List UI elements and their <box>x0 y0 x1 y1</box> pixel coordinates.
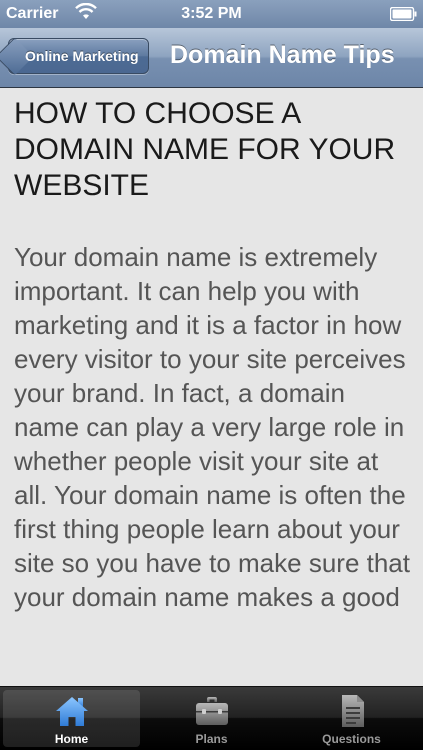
article-content[interactable]: HOW TO CHOOSE A DOMAIN NAME FOR YOUR WEB… <box>0 88 423 686</box>
tab-questions-label: Questions <box>322 732 381 746</box>
tab-plans-label: Plans <box>195 732 228 746</box>
tab-home[interactable]: Home <box>3 690 140 747</box>
article-body: Your domain name is extremely important.… <box>14 242 410 612</box>
briefcase-icon <box>195 697 228 725</box>
tab-bar: Home Plans Questions <box>0 686 423 750</box>
navigation-bar: Online Marketing Domain Name Tips <box>0 28 423 88</box>
back-button-label: Online Marketing <box>25 48 139 64</box>
tab-plans[interactable]: Plans <box>143 690 280 747</box>
nav-title: Domain Name Tips <box>170 41 395 69</box>
status-time: 3:52 PM <box>181 5 242 22</box>
home-icon <box>55 697 88 726</box>
battery-icon <box>390 7 417 21</box>
status-bar: Carrier 3:52 PM <box>0 0 423 28</box>
tab-home-label: Home <box>54 732 89 746</box>
back-button[interactable]: Online Marketing <box>0 37 149 76</box>
screen: Carrier 3:52 PM Online Marketing Domain … <box>0 0 423 750</box>
article-title: HOW TO CHOOSE A DOMAIN NAME FOR YOUR WEB… <box>14 97 396 202</box>
document-icon <box>341 695 364 727</box>
tab-questions[interactable]: Questions <box>283 690 420 747</box>
